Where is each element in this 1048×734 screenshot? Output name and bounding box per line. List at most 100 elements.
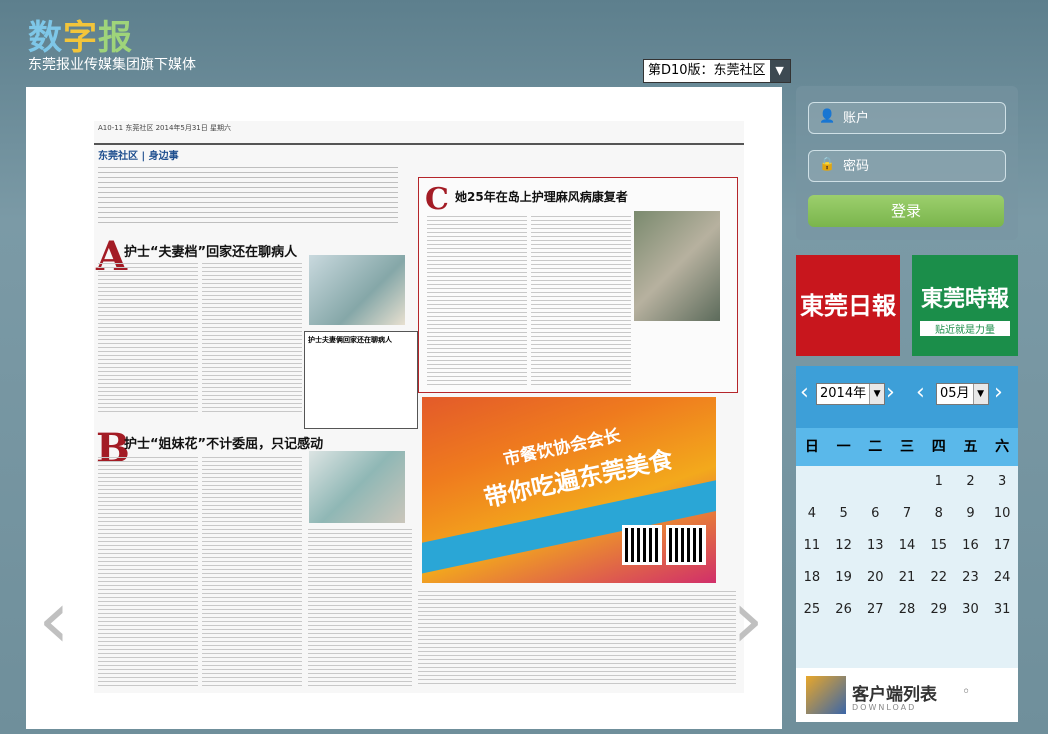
calendar-day[interactable]: 12 [828, 530, 860, 562]
page-header: A10-11 东莞社区 2014年5月31日 星期六 [94, 121, 744, 145]
chevron-down-icon[interactable]: ▼ [972, 384, 988, 404]
circle-dot-icon: ◦ [962, 684, 971, 700]
calendar-day[interactable]: 9 [955, 498, 987, 530]
story-c-column [427, 216, 527, 386]
prev-month-arrow-icon[interactable]: ‹ [916, 380, 925, 405]
weekday-label: 日 [804, 439, 819, 455]
chevron-down-icon[interactable]: ▼ [769, 60, 790, 82]
story-a-column [98, 263, 198, 413]
logo-char-2: 字 [63, 18, 98, 58]
calendar-day[interactable]: 28 [891, 594, 923, 626]
calendar-days: 1 2 3 4 5 6 7 8 9 10 11 12 13 14 15 16 1… [796, 466, 1018, 626]
newspaper-page[interactable]: A10-11 东莞社区 2014年5月31日 星期六 东莞社区 | 身边事 A … [94, 121, 744, 693]
pullquote-box: 护士夫妻俩回家还在聊病人 [304, 331, 418, 429]
calendar-day[interactable]: 8 [923, 498, 955, 530]
pullquote-title: 护士夫妻俩回家还在聊病人 [308, 336, 392, 344]
calendar-day[interactable]: 20 [859, 562, 891, 594]
calendar-day[interactable]: 7 [891, 498, 923, 530]
chevron-down-icon[interactable]: ▼ [869, 384, 885, 404]
qr-code-icon [666, 525, 706, 565]
dongguan-times-slogan: 贴近就是力量 [920, 321, 1010, 336]
calendar-day[interactable]: 21 [891, 562, 923, 594]
story-c-photo[interactable] [634, 211, 720, 321]
username-input[interactable] [841, 107, 995, 129]
calendar-day[interactable]: 4 [796, 498, 828, 530]
calendar-day[interactable]: 17 [986, 530, 1018, 562]
download-title: 客户端列表 [852, 685, 937, 705]
next-year-arrow-icon[interactable]: › [886, 380, 895, 405]
story-a-headline[interactable]: 护士“夫妻档”回家还在聊病人 [124, 241, 297, 260]
password-input[interactable] [841, 155, 995, 177]
site-subtitle: 东莞报业传媒集团旗下媒体 [28, 57, 196, 73]
weekday-label: 三 [900, 439, 915, 455]
food-advertisement[interactable]: 市餐饮协会会长 带你吃遍东莞美食 [422, 397, 716, 583]
calendar-day[interactable]: 19 [828, 562, 860, 594]
year-select[interactable]: 2014年 ▼ [816, 383, 886, 405]
story-a-photo[interactable] [309, 255, 405, 325]
weekday-label: 六 [995, 439, 1010, 455]
weekday-header: 日 一 二 三 四 五 六 [796, 428, 1018, 466]
story-c-headline[interactable]: 她25年在岛上护理麻风病康复者 [455, 188, 628, 205]
client-download-link[interactable]: 客户端列表 DOWNLOAD ◦ [796, 668, 1018, 722]
calendar-day[interactable]: 18 [796, 562, 828, 594]
prev-page-arrow-icon[interactable]: ‹ [38, 580, 70, 660]
logo-char-3: 报 [98, 18, 133, 58]
calendar-day[interactable]: 16 [955, 530, 987, 562]
calendar-week: 18 19 20 21 22 23 24 [796, 562, 1018, 594]
calendar-header: ‹ 2014年 ▼ › ‹ 05月 ▼ › [796, 366, 1018, 428]
issue-calendar: ‹ 2014年 ▼ › ‹ 05月 ▼ › 日 一 二 三 四 五 六 1 2 … [796, 366, 1018, 720]
edition-select[interactable]: 第D10版：东莞社区 ▼ [643, 59, 791, 83]
qr-code-icon [622, 525, 662, 565]
lock-icon: 🔒 [819, 157, 836, 172]
story-b-photo[interactable] [309, 451, 405, 523]
calendar-day[interactable]: 10 [986, 498, 1018, 530]
calendar-day[interactable]: 27 [859, 594, 891, 626]
story-b-column [308, 529, 412, 687]
calendar-week: 1 2 3 [796, 466, 1018, 498]
calendar-day[interactable]: 6 [859, 498, 891, 530]
prev-year-arrow-icon[interactable]: ‹ [800, 380, 809, 405]
calendar-day[interactable]: 26 [828, 594, 860, 626]
calendar-day [859, 466, 891, 498]
calendar-day[interactable]: 3 [986, 466, 1018, 498]
month-select[interactable]: 05月 ▼ [936, 383, 989, 405]
calendar-day[interactable]: 31 [986, 594, 1018, 626]
calendar-day [891, 466, 923, 498]
bottom-text-column [418, 591, 736, 687]
calendar-day[interactable]: 15 [923, 530, 955, 562]
story-c-letter: C [425, 182, 449, 217]
calendar-day[interactable]: 13 [859, 530, 891, 562]
calendar-day[interactable]: 29 [923, 594, 955, 626]
weekday-label: 二 [868, 439, 883, 455]
dongguan-times-name: 東莞時報 [920, 286, 1009, 312]
user-icon: 👤 [819, 109, 836, 124]
dongguan-times-logo[interactable]: 東莞時報 贴近就是力量 [912, 255, 1018, 356]
password-field[interactable]: 🔒 [808, 150, 1006, 182]
username-field[interactable]: 👤 [808, 102, 1006, 134]
calendar-day[interactable]: 11 [796, 530, 828, 562]
calendar-day[interactable]: 5 [828, 498, 860, 530]
calendar-day[interactable]: 25 [796, 594, 828, 626]
calendar-week: 11 12 13 14 15 16 17 [796, 530, 1018, 562]
story-a-column [202, 263, 302, 413]
download-subtitle: DOWNLOAD [852, 703, 917, 712]
calendar-day[interactable]: 2 [955, 466, 987, 498]
calendar-week: 4 5 6 7 8 9 10 [796, 498, 1018, 530]
story-b-headline[interactable]: 护士“姐妹花”不计委屈，只记感动 [124, 433, 323, 452]
calendar-day[interactable]: 24 [986, 562, 1018, 594]
next-month-arrow-icon[interactable]: › [994, 380, 1003, 405]
month-value: 05月 [940, 386, 970, 401]
calendar-day[interactable]: 14 [891, 530, 923, 562]
login-button[interactable]: 登录 [808, 195, 1004, 227]
weekday-label: 五 [963, 439, 978, 455]
calendar-day[interactable]: 22 [923, 562, 955, 594]
weekday-label: 一 [836, 439, 851, 455]
calendar-day [828, 466, 860, 498]
next-page-arrow-icon[interactable]: › [732, 580, 764, 660]
calendar-day[interactable]: 23 [955, 562, 987, 594]
calendar-day[interactable]: 30 [955, 594, 987, 626]
calendar-day[interactable]: 1 [923, 466, 955, 498]
site-logo[interactable]: 数字报 [28, 10, 133, 59]
dongguan-daily-logo[interactable]: 東莞日報 [796, 255, 900, 356]
calendar-day [796, 466, 828, 498]
